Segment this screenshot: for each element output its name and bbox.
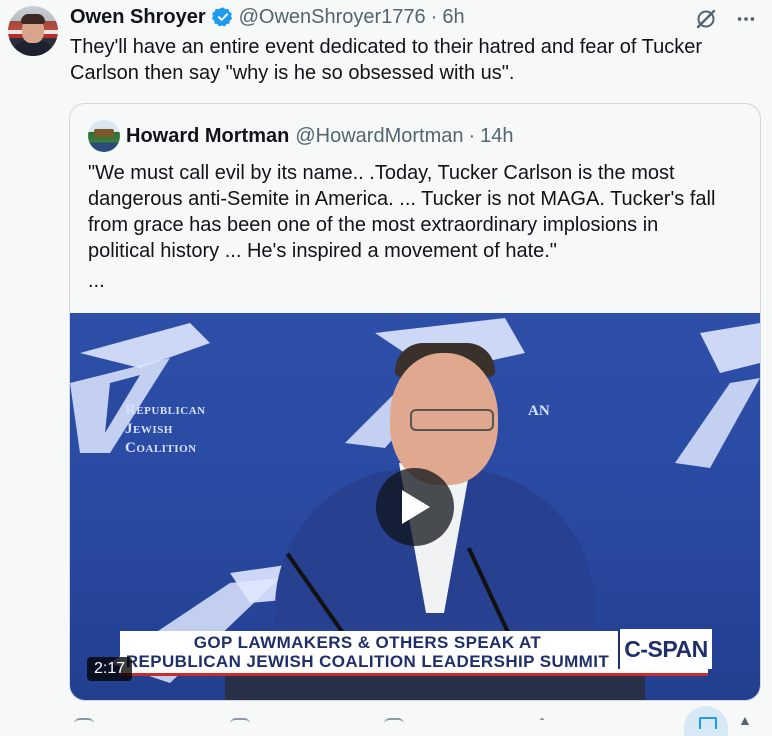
quoted-tweet-text: "We must call evil by its name.. .Today,… xyxy=(88,162,716,262)
tweet-timestamp[interactable]: 6h xyxy=(442,6,464,29)
verified-badge-icon xyxy=(211,6,234,28)
like-icon[interactable] xyxy=(384,718,404,728)
backdrop-logo-text: Republican Jewish Coalition xyxy=(125,402,206,456)
video-duration: 2:17 xyxy=(87,657,133,681)
network-logo: C-SPAN xyxy=(618,629,712,669)
speaker-glasses xyxy=(410,409,494,431)
more-options-icon[interactable] xyxy=(734,7,758,31)
quoted-author-avatar[interactable] xyxy=(88,120,120,152)
play-button[interactable] xyxy=(376,468,454,546)
tweet-action-bar xyxy=(70,708,770,724)
chyron-banner: GOP LAWMAKERS & OTHERS SPEAK AT REPUBLIC… xyxy=(120,629,712,676)
chyron-line-2: REPUBLICAN JEWISH COALITION LEADERSHIP S… xyxy=(125,652,610,671)
quoted-author-name[interactable]: Howard Mortman xyxy=(126,125,289,148)
video-player[interactable]: Republican Jewish Coalition AN GOP LAWMA… xyxy=(70,313,760,700)
separator-dot: · xyxy=(430,5,438,28)
separator-dot: · xyxy=(468,124,476,147)
tweet-text: They'll have an entire event dedicated t… xyxy=(70,36,702,84)
quoted-author-handle[interactable]: @HowardMortman xyxy=(295,125,463,148)
views-icon[interactable] xyxy=(540,718,544,728)
author-name[interactable]: Owen Shroyer xyxy=(70,6,206,29)
grok-icon[interactable] xyxy=(694,7,718,31)
share-icon[interactable]: ▲ xyxy=(738,712,752,728)
tweet-top-actions xyxy=(694,7,758,31)
quoted-tweet-header: Howard Mortman @HowardMortman · 14h xyxy=(88,120,514,152)
quoted-tweet-timestamp[interactable]: 14h xyxy=(480,125,513,148)
eagle-logo-right xyxy=(675,323,760,468)
author-handle[interactable]: @OwenShroyer1776 xyxy=(239,6,426,29)
quoted-tweet-card[interactable]: Howard Mortman @HowardMortman · 14h "We … xyxy=(69,103,761,701)
quoted-tweet-truncation: ... xyxy=(88,270,105,292)
bookmark-icon xyxy=(699,717,717,729)
backdrop-partial-text: AN xyxy=(528,403,550,419)
play-icon xyxy=(402,490,430,524)
author-avatar[interactable] xyxy=(8,6,58,56)
repost-icon[interactable] xyxy=(230,718,250,728)
tweet-header: Owen Shroyer @OwenShroyer1776 · 6h xyxy=(70,5,465,29)
reply-icon[interactable] xyxy=(74,718,94,728)
chyron-line-1: GOP LAWMAKERS & OTHERS SPEAK AT xyxy=(193,633,542,652)
